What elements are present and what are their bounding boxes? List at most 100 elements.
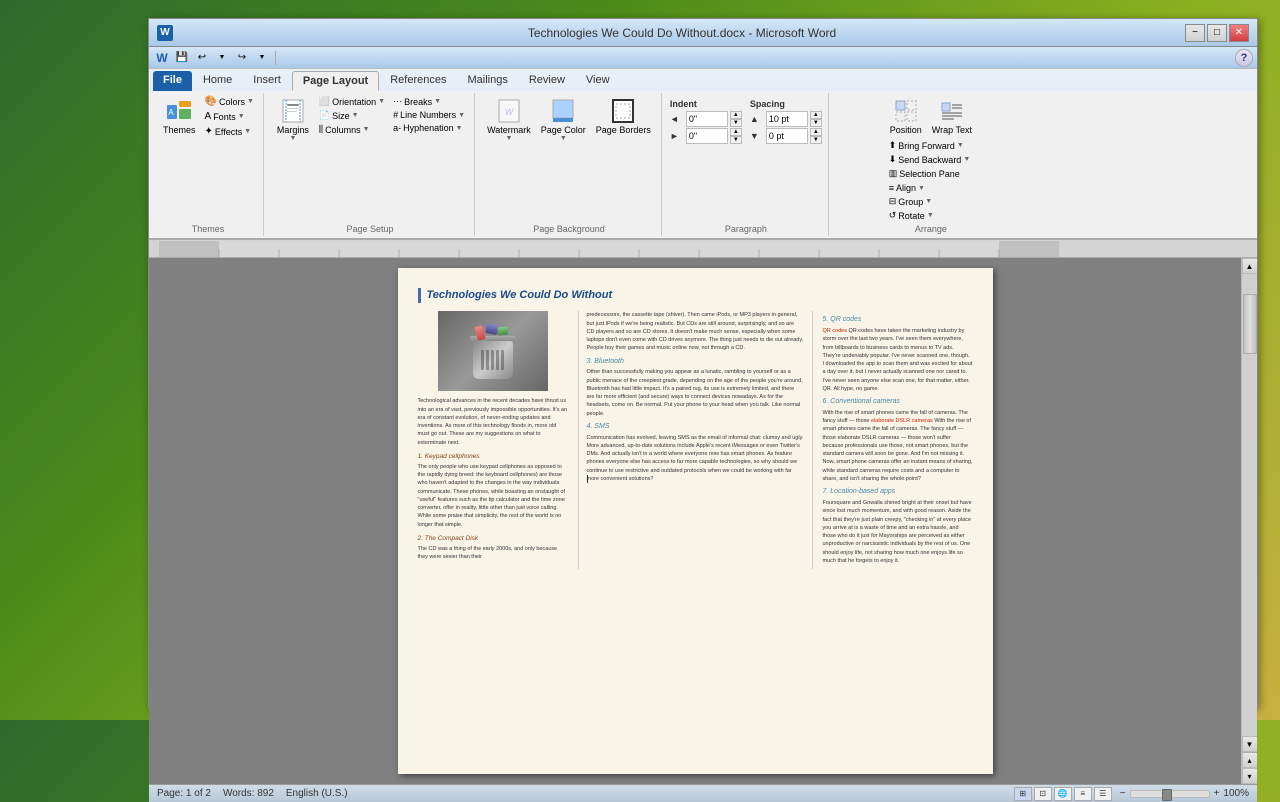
spacing-before-up[interactable]: ▲	[810, 111, 822, 119]
section1-paragraph: The only people who use keypad cellphone…	[418, 463, 568, 529]
scroll-down-arrow: ▼	[1246, 740, 1254, 749]
tab-references[interactable]: References	[380, 71, 456, 91]
redo-button[interactable]: ↪	[233, 49, 251, 67]
theme-sub-buttons: 🎨 Colors ▼ A Fonts ▼ ✦ Effects ▼	[202, 95, 257, 138]
send-backward-button[interactable]: ⬇ Send Backward ▼	[886, 153, 974, 166]
theme-fonts-button[interactable]: A Fonts ▼	[202, 110, 257, 123]
tab-home[interactable]: Home	[193, 71, 242, 91]
watermark-arrow: ▼	[505, 135, 512, 142]
position-button[interactable]: Position	[886, 95, 926, 137]
theme-effects-icon: ✦	[205, 126, 213, 137]
spacing-before-input[interactable]	[766, 111, 808, 127]
zoom-plus[interactable]: +	[1214, 788, 1220, 799]
bring-forward-button[interactable]: ⬆ Bring Forward ▼	[886, 139, 974, 152]
restore-button[interactable]: □	[1207, 24, 1227, 42]
watermark-label: Watermark	[487, 125, 531, 135]
zoom-thumb[interactable]	[1162, 789, 1172, 801]
scroll-next-page[interactable]: ▾	[1242, 768, 1258, 784]
full-screen-button[interactable]: ⊡	[1034, 787, 1052, 801]
scroll-up-button[interactable]: ▲	[1242, 258, 1258, 274]
customize-qat-button[interactable]: ▼	[253, 49, 271, 67]
outline-button[interactable]: ≡	[1074, 787, 1092, 801]
indent-left-down[interactable]: ▼	[730, 119, 742, 127]
tab-mailings[interactable]: Mailings	[457, 71, 517, 91]
undo-dropdown[interactable]: ▼	[213, 49, 231, 67]
margins-button[interactable]: Margins ▼	[272, 95, 314, 144]
theme-effects-button[interactable]: ✦ Effects ▼	[202, 125, 257, 138]
margins-label: Margins	[277, 125, 309, 135]
left-column: Technological advances in the recent dec…	[418, 311, 568, 569]
orientation-button[interactable]: ⬜ Orientation ▼	[316, 95, 388, 108]
indent-right-input[interactable]	[686, 128, 728, 144]
indent-right-up[interactable]: ▲	[730, 128, 742, 136]
tab-review[interactable]: Review	[519, 71, 575, 91]
tab-insert[interactable]: Insert	[243, 71, 291, 91]
right-column: 5. QR codes QR codes QR codes have taken…	[823, 311, 973, 569]
page-setup-group-label: Page Setup	[346, 222, 393, 234]
hyphenation-arrow: ▼	[456, 125, 463, 132]
document-scroll[interactable]: Technologies We Could Do Without	[149, 258, 1241, 784]
size-button[interactable]: 📄 Size ▼	[316, 109, 388, 122]
save-button[interactable]: 💾	[173, 49, 191, 67]
spacing-after-down[interactable]: ▼	[810, 136, 822, 144]
group-button[interactable]: ⊟ Group ▼	[886, 195, 937, 208]
help-button[interactable]: ?	[1235, 49, 1253, 67]
scroll-up-arrow: ▲	[1246, 262, 1254, 271]
position-label: Position	[890, 125, 922, 135]
indent-right-down[interactable]: ▼	[730, 136, 742, 144]
scroll-down-button[interactable]: ▼	[1242, 736, 1258, 752]
tab-file[interactable]: File	[153, 71, 192, 91]
page-info: Page: 1 of 2	[157, 788, 211, 799]
scroll-track[interactable]	[1242, 274, 1258, 736]
zoom-slider[interactable]	[1130, 790, 1210, 798]
undo-button[interactable]: ↩	[193, 49, 211, 67]
align-button[interactable]: ≡ Align ▼	[886, 182, 937, 194]
selection-pane-button[interactable]: ▥ Selection Pane	[886, 167, 974, 180]
document-page[interactable]: Technologies We Could Do Without	[398, 268, 993, 774]
indent-left-input[interactable]	[686, 111, 728, 127]
view-buttons: ⊞ ⊡ 🌐 ≡ ☰	[1014, 787, 1112, 801]
web-layout-button[interactable]: 🌐	[1054, 787, 1072, 801]
close-button[interactable]: ✕	[1229, 24, 1249, 42]
watermark-button[interactable]: W Watermark ▼	[483, 95, 535, 144]
tab-view[interactable]: View	[576, 71, 620, 91]
columns-button[interactable]: ⫼ Columns ▼	[316, 123, 388, 136]
indent-label: Indent	[670, 99, 742, 109]
rotate-button[interactable]: ↺ Rotate ▼	[886, 209, 937, 222]
draft-button[interactable]: ☰	[1094, 787, 1112, 801]
align-arrow: ▼	[918, 185, 925, 192]
spacing-before-down[interactable]: ▼	[810, 119, 822, 127]
quick-access-toolbar: W 💾 ↩ ▼ ↪ ▼ ?	[149, 47, 1257, 69]
tab-page-layout[interactable]: Page Layout	[292, 71, 379, 91]
page-borders-button[interactable]: Page Borders	[592, 95, 655, 137]
hyphenation-button[interactable]: a- Hyphenation ▼	[390, 122, 468, 134]
section7-paragraph: Foursquare and Gowalla shined bright at …	[823, 499, 973, 565]
arrange-group-content: Position	[886, 95, 976, 222]
section4-paragraph: Communication has evolved, leaving SMS a…	[587, 434, 804, 484]
spacing-after-label: ▼	[750, 131, 764, 141]
breaks-button[interactable]: ⋯ Breaks ▼	[390, 95, 468, 108]
line-numbers-button[interactable]: # Line Numbers ▼	[390, 109, 468, 121]
wrap-text-button[interactable]: Wrap Text	[928, 95, 976, 137]
titlebar: W Technologies We Could Do Without.docx …	[149, 19, 1257, 47]
theme-colors-button[interactable]: 🎨 Colors ▼	[202, 95, 257, 108]
statusbar-right: ⊞ ⊡ 🌐 ≡ ☰ − + 100%	[1014, 787, 1249, 801]
spacing-after-input[interactable]	[766, 128, 808, 144]
scroll-prev-page[interactable]: ▴	[1242, 752, 1258, 768]
indent-spacing-controls: Indent ◄ ▲ ▼ ►	[670, 99, 822, 144]
indent-left-up[interactable]: ▲	[730, 111, 742, 119]
breaks-icon: ⋯	[393, 96, 402, 107]
word-app-icon: W	[153, 49, 171, 67]
section2-heading: 2. The Compact Disk	[418, 534, 568, 543]
themes-button[interactable]: A Themes	[159, 95, 200, 137]
scroll-thumb[interactable]	[1243, 294, 1257, 354]
selection-pane-icon: ▥	[889, 168, 898, 179]
section2-intro-paragraph: The CD was a thing of the early 2000s, a…	[418, 545, 568, 562]
zoom-level: 100%	[1223, 788, 1249, 799]
print-layout-button[interactable]: ⊞	[1014, 787, 1032, 801]
spacing-after-up[interactable]: ▲	[810, 128, 822, 136]
zoom-minus[interactable]: −	[1120, 788, 1126, 799]
minimize-button[interactable]: −	[1185, 24, 1205, 42]
page-color-button[interactable]: Page Color ▼	[537, 95, 590, 144]
page-color-arrow: ▼	[560, 135, 567, 142]
